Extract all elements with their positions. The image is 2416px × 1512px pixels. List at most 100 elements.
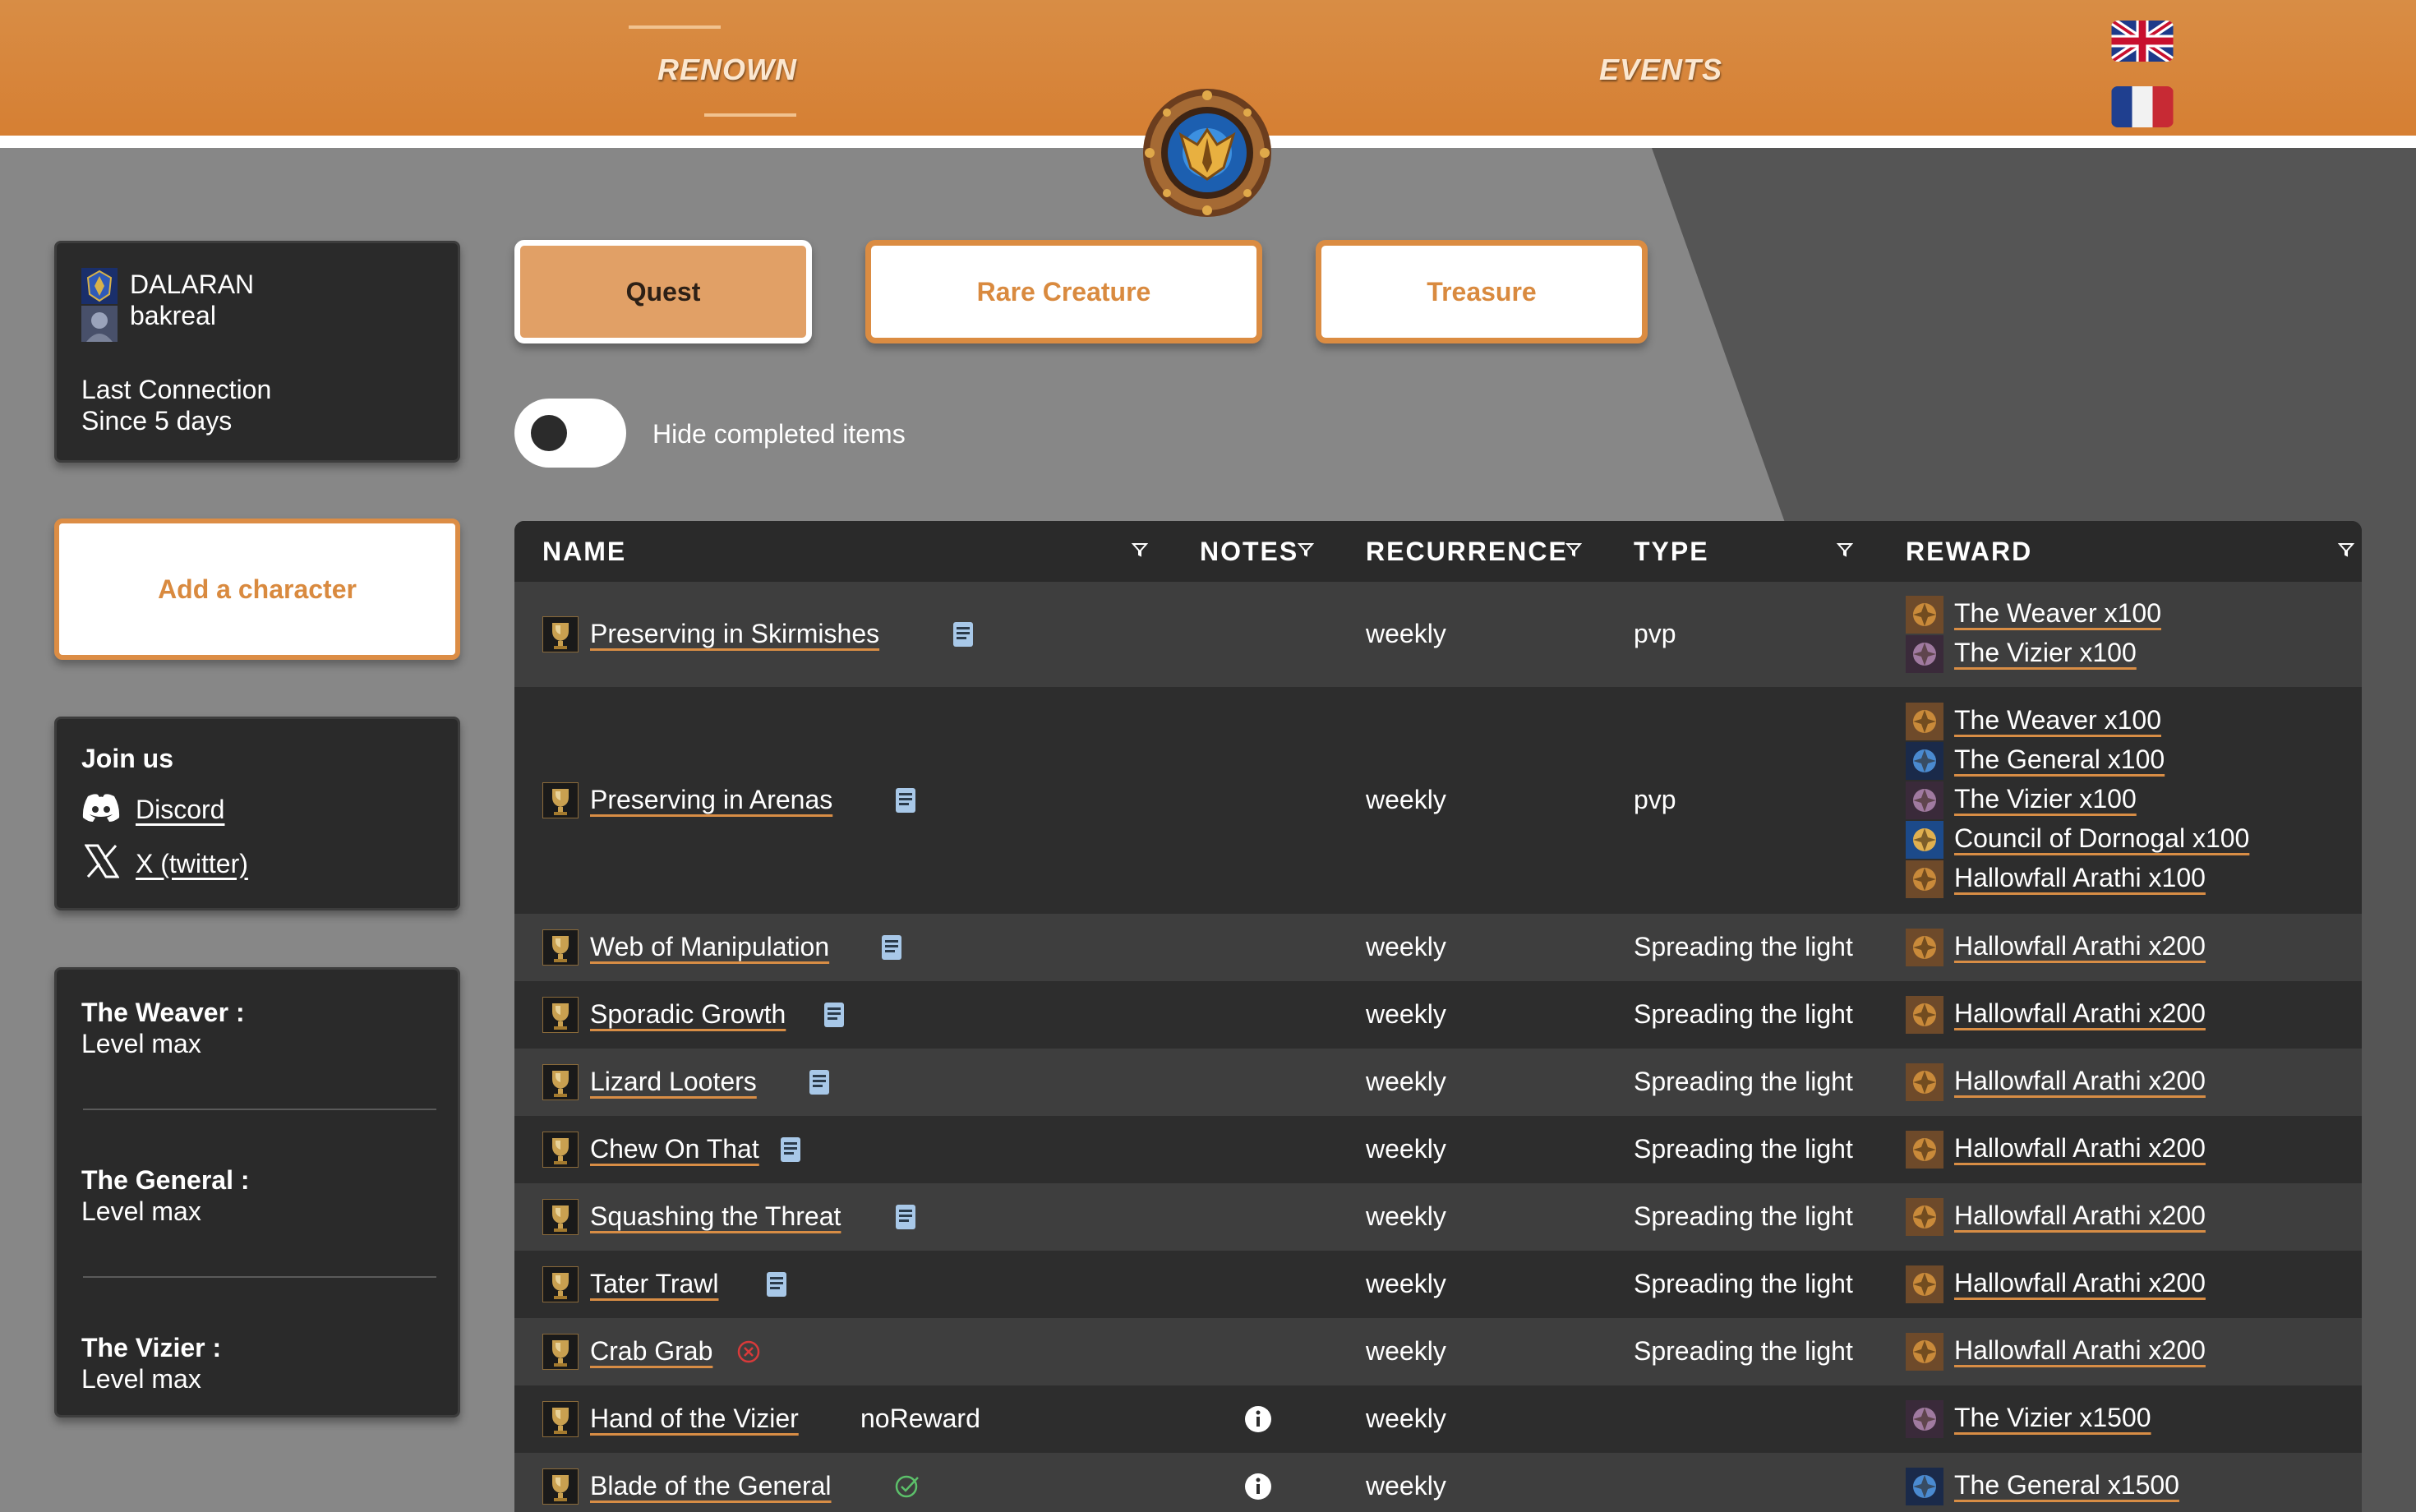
filter-icon[interactable]: [1836, 541, 1854, 559]
hide-completed-toggle[interactable]: [514, 399, 626, 468]
notes-book-icon[interactable]: [765, 1270, 788, 1298]
quest-trophy-icon: [542, 1131, 579, 1169]
character-card[interactable]: DALARAN bakreal Last Connection Since 5 …: [54, 241, 460, 463]
reward-faction-icon: [1906, 1131, 1943, 1169]
quest-name-link[interactable]: Sporadic Growth: [590, 999, 786, 1030]
column-header-type[interactable]: TYPE: [1634, 537, 1709, 567]
reward-faction-icon: [1906, 929, 1943, 966]
table-row[interactable]: Lizard Looters weekly Spreading the light H…: [514, 1049, 2362, 1116]
type-value: Spreading the light: [1634, 999, 1853, 1029]
reward-link[interactable]: Hallowfall Arathi x100: [1954, 863, 2206, 893]
table-row[interactable]: Sporadic Growth weekly Spreading the light…: [514, 981, 2362, 1049]
table-row[interactable]: Preserving in Arenas weekly pvp The Weaver …: [514, 687, 2362, 914]
quest-name-link[interactable]: Crab Grab: [590, 1336, 712, 1367]
reward-link[interactable]: Hallowfall Arathi x200: [1954, 998, 2206, 1029]
notes-book-icon[interactable]: [880, 933, 903, 961]
join-us-title: Join us: [81, 744, 174, 773]
info-icon[interactable]: [1243, 1472, 1273, 1501]
reward-link[interactable]: The General x100: [1954, 744, 2165, 775]
table-row[interactable]: Hand of the Vizier noReward weekly The Vizi…: [514, 1385, 2362, 1453]
renown-faction-weaver: The Weaver :: [81, 998, 245, 1027]
discord-icon[interactable]: [81, 793, 121, 823]
quest-name-link[interactable]: Preserving in Arenas: [590, 785, 832, 815]
column-header-name[interactable]: NAME: [542, 537, 626, 567]
notes-book-icon[interactable]: [779, 1136, 802, 1164]
completed-check-icon: [894, 1474, 919, 1502]
reward-link[interactable]: Hallowfall Arathi x200: [1954, 1133, 2206, 1164]
reward-link[interactable]: The General x1500: [1954, 1470, 2179, 1500]
filter-icon[interactable]: [2337, 541, 2355, 559]
renown-level-general: Level max: [81, 1196, 201, 1226]
filter-icon[interactable]: [1131, 541, 1149, 559]
column-header-notes[interactable]: NOTES: [1200, 537, 1298, 567]
add-character-button[interactable]: Add a character: [54, 519, 460, 660]
reward-faction-icon: [1906, 996, 1943, 1034]
quest-trophy-icon: [542, 996, 579, 1034]
reward-link[interactable]: Hallowfall Arathi x200: [1954, 1335, 2206, 1366]
table-row[interactable]: Web of Manipulation weekly Spreading the l…: [514, 914, 2362, 981]
reward-link[interactable]: The Vizier x1500: [1954, 1403, 2151, 1433]
table-row[interactable]: Squashing the Threat weekly Spreading the …: [514, 1183, 2362, 1251]
discord-link[interactable]: Discord: [136, 795, 224, 825]
reward-faction-icon: [1906, 1063, 1943, 1101]
alliance-icon: [81, 268, 118, 304]
column-header-recurrence[interactable]: RECURRENCE: [1366, 537, 1568, 567]
tab-rare-creature[interactable]: Rare Creature: [865, 240, 1262, 343]
france-flag-icon[interactable]: [2111, 86, 2174, 127]
reward-link[interactable]: Hallowfall Arathi x200: [1954, 1201, 2206, 1231]
quest-name-link[interactable]: Web of Manipulation: [590, 932, 829, 962]
reward-link[interactable]: Council of Dornogal x100: [1954, 823, 2249, 854]
divider: [83, 1276, 436, 1278]
join-us-card: Join us Discord X (twitter): [54, 717, 460, 910]
tab-quest[interactable]: Quest: [514, 240, 812, 343]
recurrence-value: weekly: [1366, 1336, 1446, 1366]
reward-link[interactable]: The Vizier x100: [1954, 638, 2137, 668]
reward-faction-icon: [1906, 703, 1943, 740]
type-value: Spreading the light: [1634, 1067, 1853, 1096]
column-header-reward[interactable]: REWARD: [1906, 537, 2032, 567]
quest-name-link[interactable]: Lizard Looters: [590, 1067, 757, 1097]
table-row[interactable]: Blade of the General weekly The General x1…: [514, 1453, 2362, 1512]
quest-name-link[interactable]: Hand of the Vizier: [590, 1404, 799, 1434]
filter-icon[interactable]: [1565, 541, 1583, 559]
x-twitter-icon[interactable]: [85, 844, 119, 878]
quest-name-link[interactable]: Squashing the Threat: [590, 1201, 841, 1232]
notes-book-icon[interactable]: [808, 1068, 831, 1096]
quest-name-link[interactable]: Blade of the General: [590, 1471, 832, 1501]
nav-renown[interactable]: RENOWN: [657, 53, 797, 87]
twitter-link[interactable]: X (twitter): [136, 849, 248, 879]
recurrence-value: weekly: [1366, 1404, 1446, 1433]
reward-link[interactable]: Hallowfall Arathi x200: [1954, 931, 2206, 961]
reward-link[interactable]: The Weaver x100: [1954, 705, 2161, 735]
reward-link[interactable]: The Vizier x100: [1954, 784, 2137, 814]
type-value: pvp: [1634, 785, 1676, 814]
table-row[interactable]: Tater Trawl weekly Spreading the light Hall…: [514, 1251, 2362, 1318]
reward-link[interactable]: The Weaver x100: [1954, 598, 2161, 629]
table-row[interactable]: Chew On That weekly Spreading the light Hal…: [514, 1116, 2362, 1183]
filter-icon[interactable]: [1297, 541, 1315, 559]
reward-faction-icon: [1906, 1198, 1943, 1236]
quest-trophy-icon: [542, 1265, 579, 1303]
notes-book-icon[interactable]: [894, 786, 917, 814]
nav-events[interactable]: EVENTS: [1599, 53, 1722, 87]
reward-faction-icon: [1906, 1468, 1943, 1505]
notes-book-icon[interactable]: [952, 620, 975, 648]
renown-faction-general: The General :: [81, 1165, 250, 1195]
quest-trophy-icon: [542, 1333, 579, 1371]
notes-book-icon[interactable]: [823, 1001, 846, 1029]
renown-faction-vizier: The Vizier :: [81, 1333, 222, 1362]
reward-link[interactable]: Hallowfall Arathi x200: [1954, 1066, 2206, 1096]
quest-name-link[interactable]: Chew On That: [590, 1134, 759, 1164]
recurrence-value: weekly: [1366, 1134, 1446, 1164]
reward-faction-icon: [1906, 635, 1943, 673]
notes-book-icon[interactable]: [894, 1203, 917, 1231]
tab-treasure[interactable]: Treasure: [1316, 240, 1648, 343]
quest-name-link[interactable]: Preserving in Skirmishes: [590, 619, 879, 649]
reward-link[interactable]: Hallowfall Arathi x200: [1954, 1268, 2206, 1298]
recurrence-value: weekly: [1366, 619, 1446, 648]
table-row[interactable]: Crab Grab weekly Spreading the light Hallow…: [514, 1318, 2362, 1385]
uk-flag-icon[interactable]: [2111, 21, 2174, 62]
info-icon[interactable]: [1243, 1404, 1273, 1434]
quest-name-link[interactable]: Tater Trawl: [590, 1269, 718, 1299]
table-row[interactable]: Preserving in Skirmishes weekly pvp The Wea…: [514, 582, 2362, 687]
